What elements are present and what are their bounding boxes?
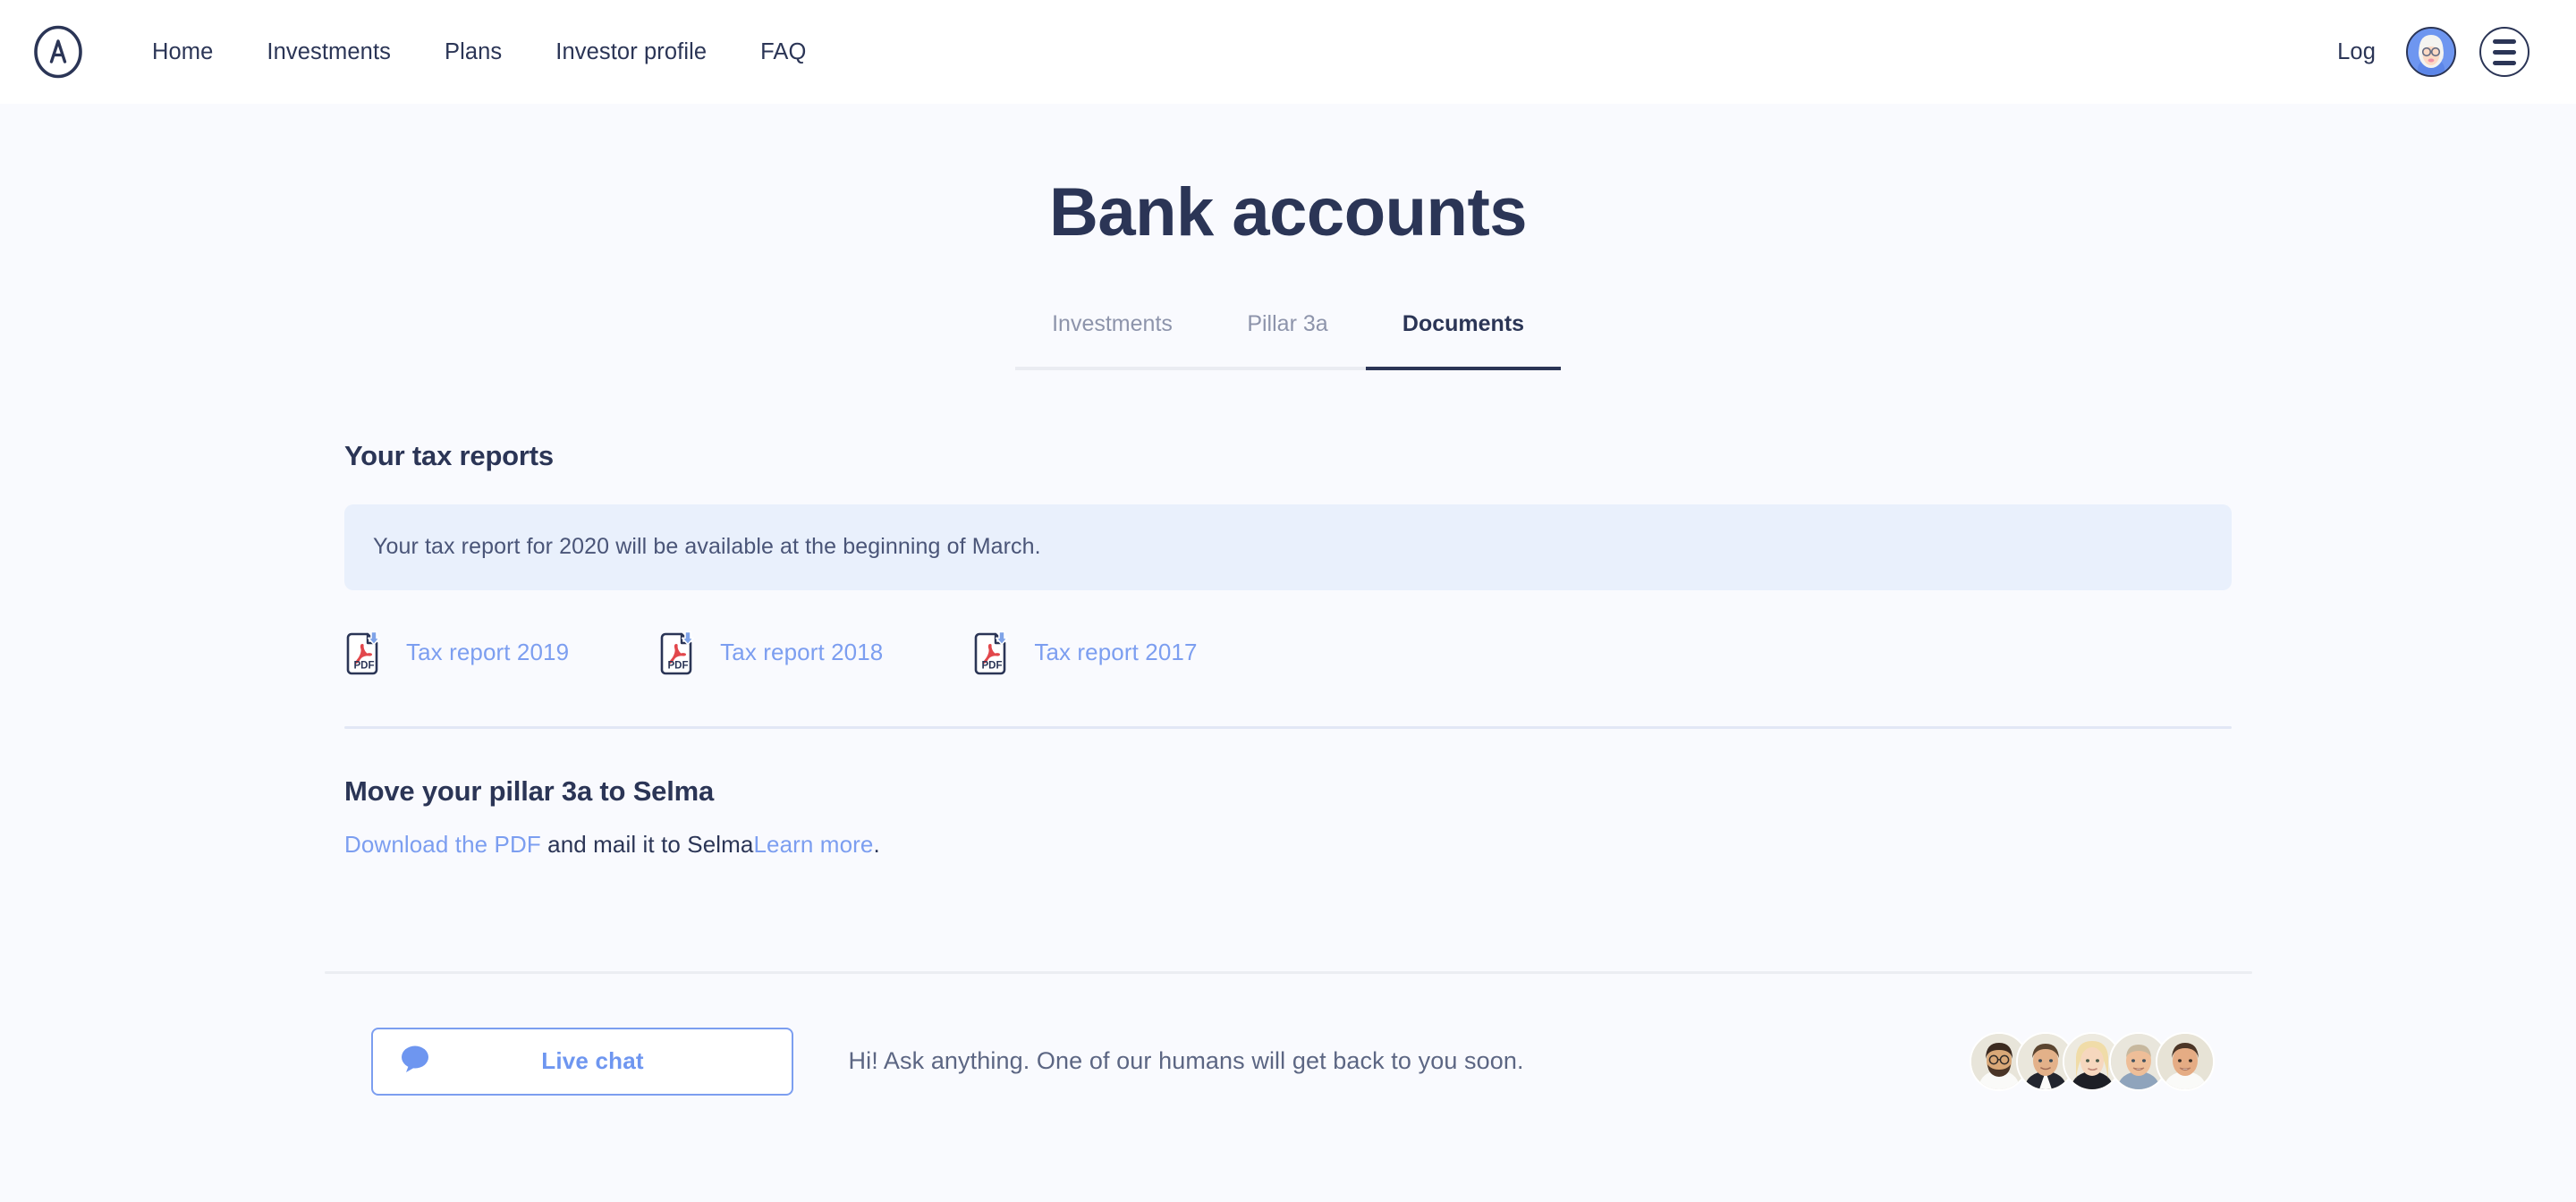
user-avatar-icon: [2408, 29, 2454, 75]
svg-text:PDF: PDF: [982, 660, 1003, 671]
user-avatar[interactable]: [2406, 27, 2456, 77]
pdf-file-icon: PDF: [975, 631, 1009, 675]
document-label: Tax report 2019: [406, 639, 570, 666]
tax-report-notice-banner: Your tax report for 2020 will be availab…: [344, 504, 2232, 590]
tax-report-documents-list: PDF Tax report 2019 PDF Tax report 2018: [344, 630, 2232, 676]
pdf-file-icon: PDF: [660, 631, 695, 675]
tax-report-notice-text: Your tax report for 2020 will be availab…: [373, 534, 1041, 560]
pdf-file-icon: PDF: [346, 631, 380, 675]
download-pdf-link[interactable]: Download the PDF: [344, 831, 541, 858]
pillar-3a-text-middle: and mail it to Selma: [540, 830, 754, 858]
main-content: Your tax reports Your tax report for 202…: [344, 370, 2232, 862]
main-navigation: Home Investments Plans Investor profile …: [125, 30, 833, 74]
document-link-tax-report-2018[interactable]: PDF Tax report 2018: [658, 630, 883, 676]
live-chat-label: Live chat: [541, 1047, 644, 1075]
footer-row: Live chat Hi! Ask anything. One of our h…: [325, 974, 2252, 1096]
team-avatar-group: [1969, 1031, 2252, 1091]
speech-bubble-icon: [400, 1045, 432, 1078]
team-member-avatar-5: [2155, 1031, 2215, 1091]
document-link-tax-report-2017[interactable]: PDF Tax report 2017: [972, 630, 1197, 676]
hamburger-line-1: [2493, 38, 2516, 44]
pillar-3a-section: Move your pillar 3a to Selma Download th…: [344, 729, 2232, 862]
hamburger-line-2: [2493, 49, 2516, 55]
nav-item-plans[interactable]: Plans: [418, 30, 529, 74]
nav-item-investor-profile[interactable]: Investor profile: [529, 30, 733, 74]
pillar-3a-description: Download the PDF and mail it to SelmaLea…: [344, 827, 2232, 862]
nav-item-home[interactable]: Home: [125, 30, 240, 74]
person-photo-icon: [2157, 1033, 2213, 1089]
learn-more-link[interactable]: Learn more: [753, 831, 873, 858]
document-label: Tax report 2017: [1034, 639, 1198, 666]
brand-logo[interactable]: [30, 24, 86, 80]
tab-bar: Investments Pillar 3a Documents: [1015, 311, 1561, 370]
site-header: Home Investments Plans Investor profile …: [0, 0, 2576, 104]
pillar-3a-heading: Move your pillar 3a to Selma: [344, 775, 715, 807]
footer-chat-section: Live chat Hi! Ask anything. One of our h…: [324, 970, 2252, 1096]
live-chat-button[interactable]: Live chat: [370, 1027, 793, 1096]
logo-a-icon: [34, 25, 82, 79]
tab-pillar-3a[interactable]: Pillar 3a: [1209, 311, 1366, 370]
nav-item-investments[interactable]: Investments: [240, 30, 418, 74]
document-label: Tax report 2018: [720, 639, 884, 666]
nav-item-faq[interactable]: FAQ: [733, 30, 833, 74]
tax-reports-heading: Your tax reports: [344, 439, 554, 471]
chat-invite-message: Hi! Ask anything. One of our humans will…: [848, 1047, 1524, 1075]
document-link-tax-report-2019[interactable]: PDF Tax report 2019: [344, 630, 569, 676]
hamburger-line-3: [2493, 60, 2516, 65]
page-body: Bank accounts Investments Pillar 3a Docu…: [0, 104, 2576, 1202]
tab-investments[interactable]: Investments: [1015, 311, 1209, 370]
log-link[interactable]: Log: [2337, 39, 2376, 65]
header-actions: Log: [2337, 27, 2529, 77]
hamburger-menu-button[interactable]: [2479, 27, 2529, 77]
page-title: Bank accounts: [1048, 174, 1528, 250]
tab-documents[interactable]: Documents: [1366, 311, 1561, 370]
svg-text:PDF: PDF: [354, 660, 375, 671]
svg-text:PDF: PDF: [668, 660, 689, 671]
pillar-3a-text-end: .: [873, 830, 880, 858]
